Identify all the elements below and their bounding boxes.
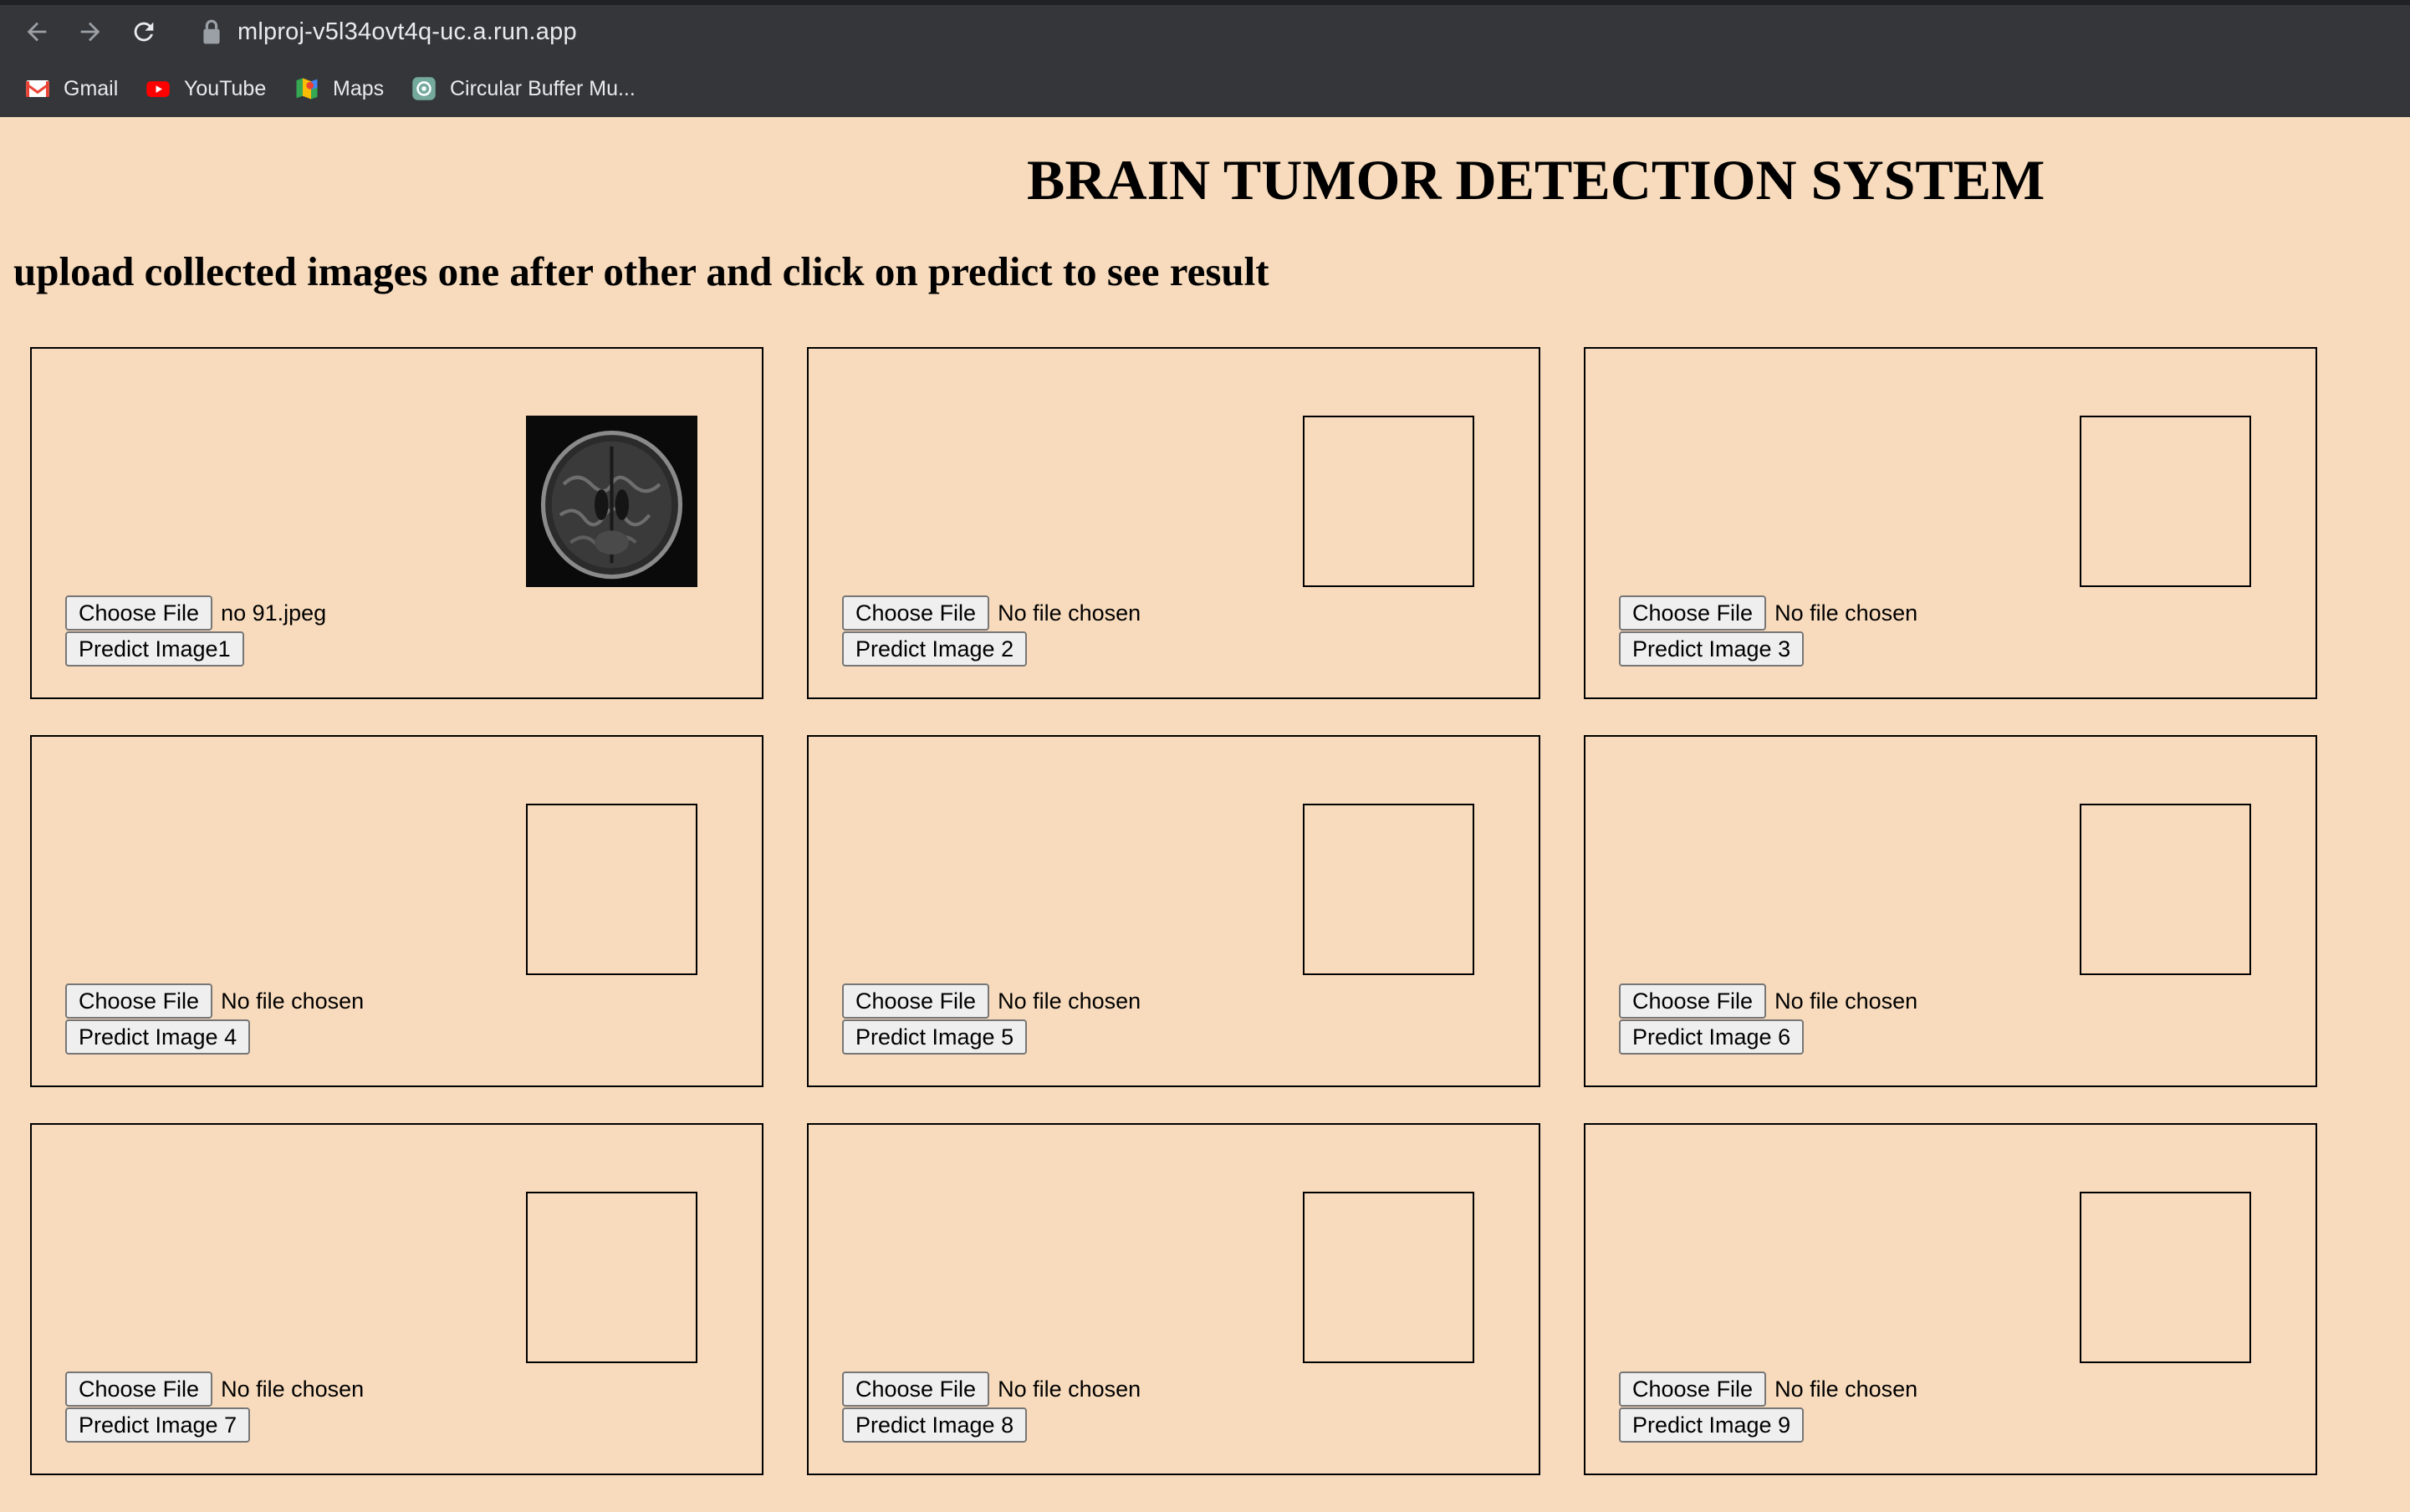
predict-row: Predict Image 8 — [842, 1407, 1028, 1443]
upload-card-9: Choose File No file chosen Predict Image 9 — [1584, 1123, 2317, 1475]
predict-button[interactable]: Predict Image1 — [65, 631, 244, 667]
openai-icon — [411, 76, 437, 101]
image-preview — [526, 1192, 697, 1363]
image-preview — [2080, 804, 2251, 975]
page-title: BRAIN TUMOR DETECTION SYSTEM — [1027, 148, 2045, 212]
choose-file-button[interactable]: Choose File — [842, 1372, 990, 1407]
forward-arrow-icon — [80, 22, 100, 42]
file-input-row: Choose File No file chosen — [65, 1371, 364, 1407]
choose-file-button[interactable]: Choose File — [842, 983, 990, 1019]
back-arrow-icon — [27, 22, 47, 42]
image-preview — [2080, 1192, 2251, 1363]
upload-card-4: Choose File No file chosen Predict Image 4 — [30, 735, 763, 1087]
choose-file-button[interactable]: Choose File — [1619, 1372, 1767, 1407]
file-input-row: Choose File No file chosen — [842, 983, 1141, 1019]
lock-icon — [203, 19, 220, 44]
file-name-label: no 91.jpeg — [221, 600, 327, 626]
predict-button[interactable]: Predict Image 8 — [842, 1407, 1028, 1443]
predict-row: Predict Image 7 — [65, 1407, 251, 1443]
file-input-row: Choose File No file chosen — [842, 1371, 1141, 1407]
maps-icon — [294, 76, 319, 101]
choose-file-button[interactable]: Choose File — [65, 983, 213, 1019]
bookmark-label: Circular Buffer Mu... — [450, 76, 636, 100]
upload-card-1: Choose File no 91.jpeg Predict Image1 — [30, 347, 763, 699]
upload-card-7: Choose File No file chosen Predict Image 7 — [30, 1123, 763, 1475]
file-name-label: No file chosen — [221, 988, 365, 1014]
upload-card-3: Choose File No file chosen Predict Image 3 — [1584, 347, 2317, 699]
file-name-label: No file chosen — [998, 988, 1141, 1014]
upload-card-8: Choose File No file chosen Predict Image 8 — [807, 1123, 1540, 1475]
image-preview — [1303, 1192, 1474, 1363]
predict-button[interactable]: Predict Image 6 — [1619, 1019, 1805, 1055]
file-name-label: No file chosen — [221, 1376, 365, 1402]
brain-mri-image — [526, 416, 697, 587]
bookmark-label: Gmail — [64, 76, 119, 100]
image-preview — [1303, 804, 1474, 975]
bookmark-circular-buffer[interactable]: Circular Buffer Mu... — [411, 72, 636, 105]
predict-button[interactable]: Predict Image 2 — [842, 631, 1028, 667]
choose-file-button[interactable]: Choose File — [842, 595, 990, 631]
upload-card-5: Choose File No file chosen Predict Image 5 — [807, 735, 1540, 1087]
image-preview — [2080, 416, 2251, 587]
predict-row: Predict Image 9 — [1619, 1407, 1805, 1443]
predict-row: Predict Image 5 — [842, 1019, 1028, 1055]
predict-button[interactable]: Predict Image 5 — [842, 1019, 1028, 1055]
file-input-row: Choose File No file chosen — [1619, 1371, 1917, 1407]
gmail-icon — [25, 76, 50, 101]
bookmark-gmail[interactable]: Gmail — [25, 72, 118, 105]
predict-button[interactable]: Predict Image 7 — [65, 1407, 251, 1443]
tab-strip — [0, 0, 2410, 5]
forward-button[interactable] — [70, 12, 110, 52]
file-name-label: No file chosen — [1774, 1376, 1918, 1402]
file-input-row: Choose File No file chosen — [1619, 983, 1917, 1019]
bookmark-maps[interactable]: Maps — [294, 72, 384, 105]
file-input-row: Choose File No file chosen — [1619, 595, 1917, 631]
browser-toolbar: mlproj-v5l34ovt4q-uc.a.run.app Gmail You… — [0, 0, 2410, 117]
page-subtitle: upload collected images one after other … — [13, 248, 1269, 294]
predict-row: Predict Image 2 — [842, 631, 1028, 667]
bookmark-label: Maps — [333, 76, 385, 100]
predict-row: Predict Image 6 — [1619, 1019, 1805, 1055]
back-button[interactable] — [17, 12, 57, 52]
file-name-label: No file chosen — [1774, 988, 1918, 1014]
predict-row: Predict Image 4 — [65, 1019, 251, 1055]
upload-card-6: Choose File No file chosen Predict Image 6 — [1584, 735, 2317, 1087]
predict-button[interactable]: Predict Image 4 — [65, 1019, 251, 1055]
image-preview — [526, 804, 697, 975]
choose-file-button[interactable]: Choose File — [1619, 983, 1767, 1019]
choose-file-button[interactable]: Choose File — [65, 1372, 213, 1407]
reload-button[interactable] — [124, 12, 164, 52]
predict-row: Predict Image 3 — [1619, 631, 1805, 667]
image-preview — [1303, 416, 1474, 587]
file-name-label: No file chosen — [998, 1376, 1141, 1402]
reload-icon — [134, 22, 154, 42]
file-name-label: No file chosen — [998, 600, 1141, 626]
bookmark-youtube[interactable]: YouTube — [146, 72, 266, 105]
address-bar-url[interactable]: mlproj-v5l34ovt4q-uc.a.run.app — [237, 12, 577, 52]
predict-button[interactable]: Predict Image 9 — [1619, 1407, 1805, 1443]
image-preview — [526, 416, 697, 587]
bookmark-label: YouTube — [184, 76, 267, 100]
file-name-label: No file chosen — [1774, 600, 1918, 626]
choose-file-button[interactable]: Choose File — [65, 595, 213, 631]
predict-row: Predict Image1 — [65, 631, 244, 667]
predict-button[interactable]: Predict Image 3 — [1619, 631, 1805, 667]
youtube-icon — [146, 76, 171, 101]
file-input-row: Choose File No file chosen — [842, 595, 1141, 631]
file-input-row: Choose File no 91.jpeg — [65, 595, 326, 631]
file-input-row: Choose File No file chosen — [65, 983, 364, 1019]
choose-file-button[interactable]: Choose File — [1619, 595, 1767, 631]
upload-card-2: Choose File No file chosen Predict Image 2 — [807, 347, 1540, 699]
